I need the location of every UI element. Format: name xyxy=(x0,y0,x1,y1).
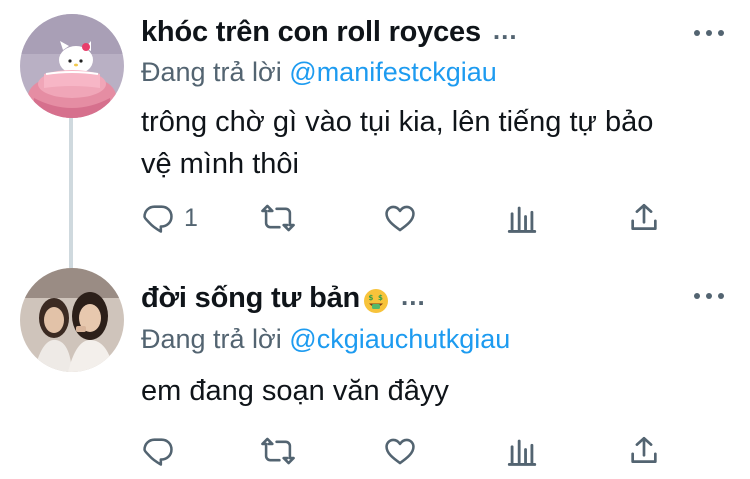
name-truncation: ... xyxy=(401,280,426,311)
display-name[interactable]: đời sống tư bản xyxy=(141,282,360,315)
two-women-photo-avatar-icon xyxy=(20,268,124,372)
reply-button[interactable]: 1 xyxy=(141,198,198,238)
like-button[interactable] xyxy=(383,431,417,471)
more-options-icon[interactable] xyxy=(694,291,724,301)
like-button[interactable] xyxy=(383,198,417,238)
reply-mention-link[interactable]: @manifestckgiau xyxy=(289,57,497,87)
more-options-icon[interactable] xyxy=(694,28,724,38)
retweet-button[interactable] xyxy=(261,431,295,471)
reply-count: 1 xyxy=(184,203,198,232)
heart-icon xyxy=(383,201,417,235)
hello-kitty-avatar-icon xyxy=(20,14,124,118)
share-icon xyxy=(627,434,661,468)
avatar[interactable] xyxy=(20,268,124,372)
svg-text:$: $ xyxy=(378,294,383,302)
tweet-actions xyxy=(141,431,661,471)
heart-icon xyxy=(383,434,417,468)
analytics-icon xyxy=(505,434,539,468)
tweet-header: khóc trên con roll royces ... xyxy=(141,12,730,52)
retweet-icon xyxy=(261,434,295,468)
money-mouth-face-icon: $ $ xyxy=(364,289,389,313)
analytics-button[interactable] xyxy=(505,431,539,471)
tweet-text: em đang soạn văn đâyy xyxy=(141,375,449,407)
retweet-button[interactable] xyxy=(261,198,295,238)
reply-prefix: Đang trả lời xyxy=(141,57,282,87)
reply-button[interactable] xyxy=(141,431,184,471)
avatar[interactable] xyxy=(20,14,124,118)
tweet[interactable]: đời sống tư bản $ $ ... Đang trả lời @ck… xyxy=(0,258,750,479)
reply-icon xyxy=(141,434,175,468)
reply-prefix: Đang trả lời xyxy=(141,324,282,354)
svg-text:$: $ xyxy=(369,294,374,302)
tweet[interactable]: khóc trên con roll royces ... Đang trả l… xyxy=(0,0,750,258)
reply-context: Đang trả lời @ckgiauchutkgiau xyxy=(141,324,510,355)
name-truncation: ... xyxy=(492,14,518,45)
share-button[interactable] xyxy=(627,198,661,238)
tweet-header: đời sống tư bản $ $ ... xyxy=(141,278,730,318)
display-name[interactable]: khóc trên con roll royces xyxy=(141,16,481,49)
tweet-text: trông chờ gì vào tụi kia, lên tiếng tự b… xyxy=(141,106,654,180)
analytics-icon xyxy=(505,201,539,235)
reply-icon xyxy=(141,201,175,235)
tweet-actions: 1 xyxy=(141,198,661,238)
retweet-icon xyxy=(261,201,295,235)
share-button[interactable] xyxy=(627,431,661,471)
reply-mention-link[interactable]: @ckgiauchutkgiau xyxy=(289,324,510,354)
reply-context: Đang trả lời @manifestckgiau xyxy=(141,57,497,88)
share-icon xyxy=(627,201,661,235)
analytics-button[interactable] xyxy=(505,198,539,238)
